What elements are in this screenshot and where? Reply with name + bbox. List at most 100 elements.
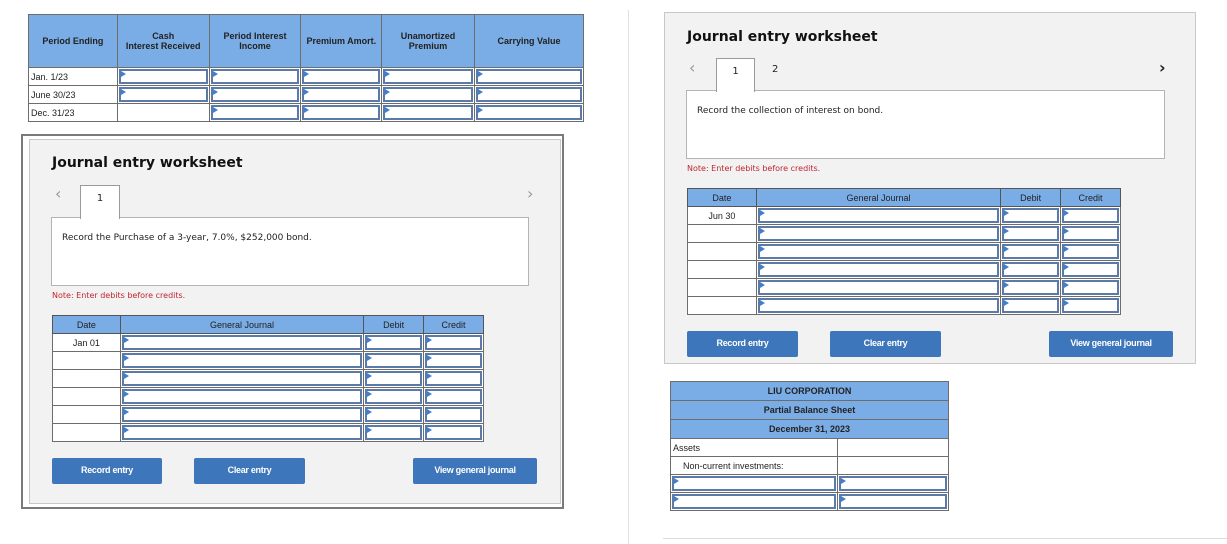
bs-input-row <box>670 492 949 511</box>
right-clear-entry-button[interactable]: Clear entry <box>830 331 941 357</box>
unamortized-premium-input[interactable] <box>383 69 473 84</box>
left-date-cell <box>52 387 121 406</box>
right-debit-input-cell <box>1000 260 1062 279</box>
cash-interest-input-cell <box>116 67 210 86</box>
right-account-input[interactable] <box>757 244 1000 259</box>
unamortized-premium-input[interactable] <box>383 87 473 102</box>
left-account-input[interactable] <box>121 353 363 368</box>
left-record-entry-button[interactable]: Record entry <box>52 458 162 484</box>
right-date-cell <box>687 242 757 261</box>
bs-assets-row: Assets <box>670 438 949 457</box>
vertical-divider <box>628 10 629 544</box>
cash-interest-input[interactable] <box>118 87 208 102</box>
right-credit-input[interactable] <box>1062 226 1119 241</box>
carrying-value-input[interactable] <box>475 87 582 102</box>
bs-noncurrent-amount <box>836 456 949 475</box>
left-account-input[interactable] <box>121 425 363 440</box>
header-carrying-value: Carrying Value <box>473 14 585 68</box>
left-next-chevron-icon[interactable]: › <box>527 184 533 203</box>
left-date-cell <box>52 351 121 370</box>
right-tab-1[interactable]: 1 <box>716 58 755 92</box>
left-account-input[interactable] <box>121 335 363 350</box>
period-interest-income-input[interactable] <box>210 105 300 120</box>
left-credit-input[interactable] <box>425 407 482 422</box>
left-credit-input[interactable] <box>425 389 482 404</box>
left-journal-row <box>52 405 484 424</box>
left-clear-entry-button[interactable]: Clear entry <box>194 458 305 484</box>
right-account-input[interactable] <box>757 262 1000 277</box>
right-debit-input-cell <box>1000 278 1062 297</box>
right-next-chevron-icon[interactable]: › <box>1159 58 1166 77</box>
right-account-input[interactable] <box>757 280 1000 295</box>
carrying-value-input[interactable] <box>475 69 582 84</box>
right-debit-input[interactable] <box>1002 298 1060 313</box>
carrying-value-input[interactable] <box>475 105 582 120</box>
left-credit-input[interactable] <box>425 353 482 368</box>
unamortized-premium-input[interactable] <box>383 105 473 120</box>
period-interest-income-input[interactable] <box>210 69 300 84</box>
right-prev-chevron-icon[interactable]: ‹ <box>689 58 695 77</box>
left-debit-input[interactable] <box>365 335 423 350</box>
right-tab-2[interactable]: 2 <box>772 64 778 75</box>
left-credit-input[interactable] <box>425 335 482 350</box>
right-debit-input[interactable] <box>1002 226 1060 241</box>
left-note: Note: Enter debits before credits. <box>52 291 186 300</box>
carrying-value-input-cell <box>473 103 585 122</box>
right-header-credit: Credit <box>1060 188 1121 207</box>
left-account-input[interactable] <box>121 371 363 386</box>
bs-amount-input-cell <box>836 474 949 493</box>
right-account-input[interactable] <box>757 298 1000 313</box>
left-debit-input[interactable] <box>365 407 423 422</box>
left-debit-input[interactable] <box>365 389 423 404</box>
cash-interest-input[interactable] <box>118 69 208 84</box>
premium-amort-input[interactable] <box>302 105 381 120</box>
right-journal-row <box>687 260 1121 279</box>
left-account-input[interactable] <box>121 389 363 404</box>
right-debit-input[interactable] <box>1002 280 1060 295</box>
left-credit-input-cell <box>423 351 484 370</box>
cash-interest-input-cell <box>116 85 210 104</box>
bs-account-input[interactable] <box>672 476 836 491</box>
left-prev-chevron-icon[interactable]: ‹ <box>55 184 61 203</box>
left-tab-1[interactable]: 1 <box>80 185 120 219</box>
carrying-value-input-cell <box>473 85 585 104</box>
right-credit-input[interactable] <box>1062 244 1119 259</box>
right-credit-input[interactable] <box>1062 262 1119 277</box>
bs-amount-input[interactable] <box>838 476 947 491</box>
right-record-entry-button[interactable]: Record entry <box>687 331 798 357</box>
left-journal-row <box>52 423 484 442</box>
premium-amort-input[interactable] <box>302 69 381 84</box>
right-debit-input[interactable] <box>1002 262 1060 277</box>
right-debit-input[interactable] <box>1002 208 1060 223</box>
left-credit-input-cell <box>423 405 484 424</box>
right-credit-input[interactable] <box>1062 280 1119 295</box>
right-credit-input[interactable] <box>1062 208 1119 223</box>
left-debit-input[interactable] <box>365 371 423 386</box>
right-account-input[interactable] <box>757 226 1000 241</box>
right-credit-input[interactable] <box>1062 298 1119 313</box>
period-interest-income-input-cell <box>208 103 302 122</box>
right-credit-input-cell <box>1060 278 1121 297</box>
premium-amort-input[interactable] <box>302 87 381 102</box>
amortization-row: June 30/23 <box>28 85 585 104</box>
right-debit-input[interactable] <box>1002 244 1060 259</box>
left-debit-input[interactable] <box>365 425 423 440</box>
right-view-general-journal-button[interactable]: View general journal <box>1049 331 1173 357</box>
right-account-input[interactable] <box>757 208 1000 223</box>
header-period-ending: Period Ending <box>28 14 118 68</box>
left-credit-input[interactable] <box>425 425 482 440</box>
premium-amort-input-cell <box>300 103 383 122</box>
bs-account-input[interactable] <box>672 494 836 509</box>
right-date-cell <box>687 296 757 315</box>
left-debit-input[interactable] <box>365 353 423 368</box>
right-journal-row <box>687 296 1121 315</box>
right-debit-input-cell <box>1000 296 1062 315</box>
carrying-value-input-cell <box>473 67 585 86</box>
left-credit-input[interactable] <box>425 371 482 386</box>
period-interest-income-input[interactable] <box>210 87 300 102</box>
left-account-input[interactable] <box>121 407 363 422</box>
bs-amount-input[interactable] <box>838 494 947 509</box>
left-debit-input-cell <box>363 405 425 424</box>
left-date-cell <box>52 405 121 424</box>
left-view-general-journal-button[interactable]: View general journal <box>413 458 537 484</box>
